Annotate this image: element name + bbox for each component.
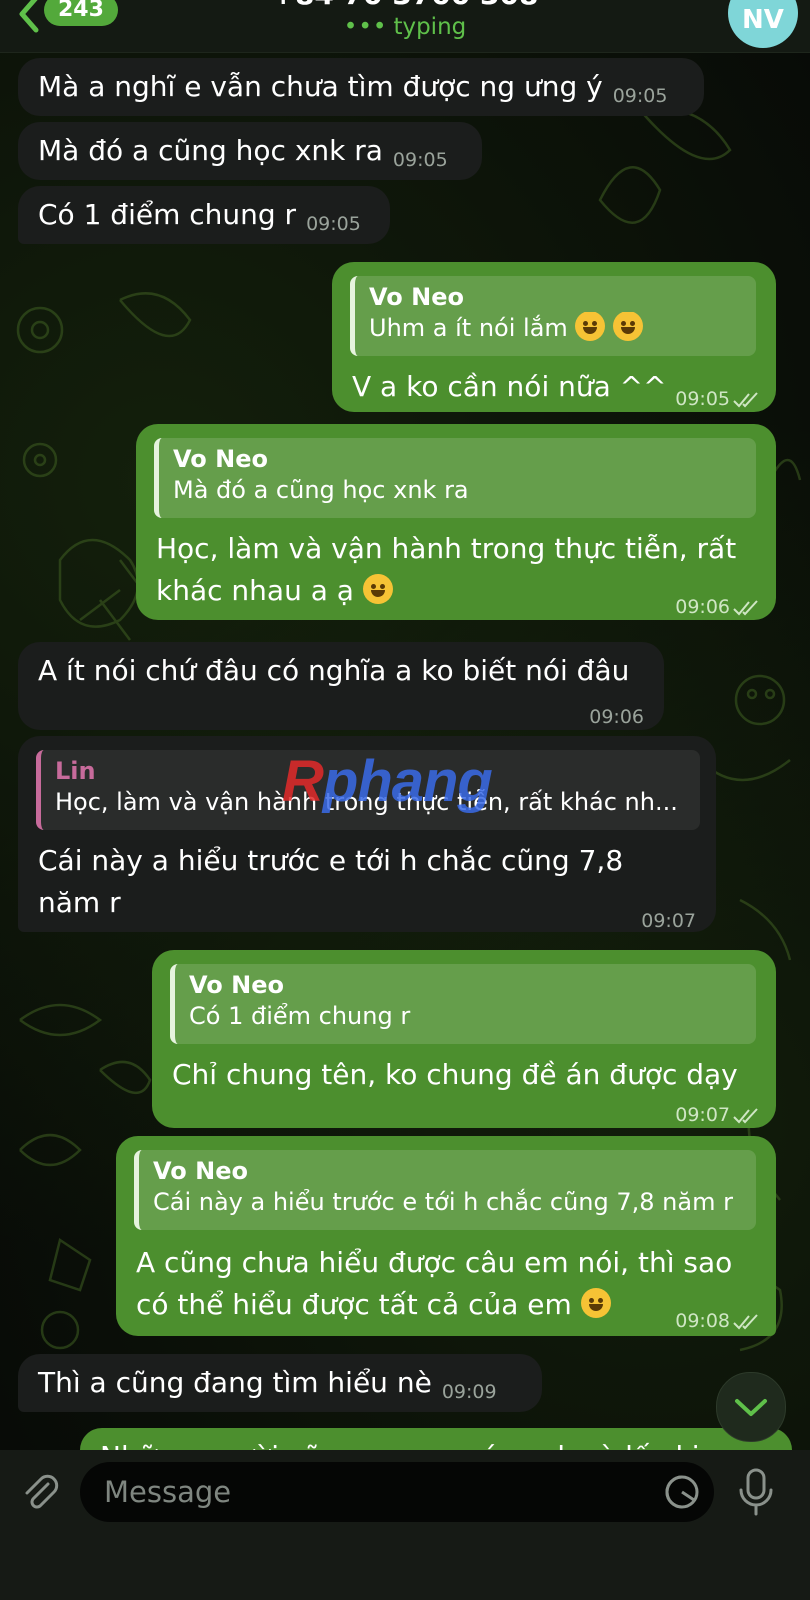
message-composer: Message (0, 1450, 810, 1600)
paperclip-icon[interactable] (18, 1470, 62, 1514)
microphone-icon[interactable] (736, 1466, 776, 1518)
message-time: 09:06 (589, 706, 644, 728)
sticker-icon[interactable] (664, 1474, 700, 1510)
message-text: Thì a cũng đang tìm hiểu nè (38, 1366, 432, 1399)
message-time: 09:05 (675, 388, 730, 410)
message-text-line: A cũng chưa hiểu được câu em nói, thì sa… (136, 1246, 733, 1279)
contact-title[interactable]: +84 70 3700 308 (0, 0, 810, 11)
quote-author: Vo Neo (189, 971, 284, 999)
quote-author: Vo Neo (173, 445, 268, 473)
typing-status: ••• typing (0, 14, 810, 40)
quote-text: Uhm a ít nói lắm (369, 312, 756, 344)
message-time: 09:05 (612, 85, 668, 107)
message-footer: 09:08 (675, 1300, 760, 1342)
quote-author: Vo Neo (153, 1157, 248, 1185)
message-bubble[interactable]: Vo Neo Cái này a hiểu trước e tới h chắc… (116, 1136, 776, 1336)
double-check-icon (733, 599, 758, 615)
message-footer: 09:06 (675, 586, 760, 628)
message-text-line: có thể hiểu được tất cả của em (136, 1284, 611, 1326)
laughing-tears-emoji-icon (613, 312, 644, 341)
quote-text: Cái này a hiểu trước e tới h chắc cũng 7… (153, 1188, 733, 1216)
message-bubble[interactable]: A ít nói chứ đâu có nghĩa a ko biết nói … (18, 642, 664, 730)
message-text-line: khác nhau a ạ (156, 570, 393, 612)
double-check-icon (733, 1313, 758, 1329)
reply-quote[interactable]: Vo Neo Mà đó a cũng học xnk ra (154, 438, 756, 518)
reply-quote[interactable]: Vo Neo Cái này a hiểu trước e tới h chắc… (134, 1150, 756, 1230)
quote-text: Có 1 điểm chung r (189, 1002, 411, 1030)
message-time: 09:09 (441, 1381, 497, 1403)
smiling-face-emoji-icon (362, 574, 393, 604)
message-time: 09:05 (306, 213, 361, 235)
typing-dots-icon: ••• (343, 14, 388, 40)
double-check-icon (733, 391, 758, 407)
message-time: 09:07 (641, 910, 696, 932)
message-bubble[interactable]: Vo Neo Mà đó a cũng học xnk ra Học, làm … (136, 424, 776, 620)
watermark-logo: Rphang (282, 749, 493, 814)
message-bubble[interactable]: Thì a cũng đang tìm hiểu nè 09:09 (18, 1354, 542, 1412)
message-text-line: năm r (38, 886, 121, 919)
message-time: 09:06 (675, 596, 730, 618)
message-text: Mà đó a cũng học xnk ra (38, 134, 383, 167)
message-time: 09:07 (675, 1104, 730, 1126)
double-check-icon (733, 1107, 758, 1123)
reply-quote[interactable]: Vo Neo Uhm a ít nói lắm (350, 276, 756, 356)
message-bubble[interactable]: Vo Neo Có 1 điểm chung r Chỉ chung tên, … (152, 950, 776, 1128)
typing-status-text: typing (393, 14, 467, 40)
laughing-tears-emoji-icon (575, 312, 606, 341)
message-bubble[interactable]: Mà đó a cũng học xnk ra 09:05 (18, 122, 482, 180)
message-bubble[interactable]: Có 1 điểm chung r 09:05 (18, 186, 390, 244)
reply-quote[interactable]: Vo Neo Có 1 điểm chung r (170, 964, 756, 1044)
message-text: Chỉ chung tên, ko chung đề án được dạy (172, 1058, 738, 1091)
message-text-line: Cái này a hiểu trước e tới h chắc cũng 7… (38, 844, 624, 877)
laughing-tears-emoji-icon (580, 1288, 611, 1318)
message-input-placeholder: Message (104, 1475, 232, 1509)
message-footer: 09:05 (675, 378, 760, 420)
message-text: V a ko cần nói nữa ^^ (352, 370, 667, 403)
message-input[interactable]: Message (80, 1462, 714, 1522)
message-text: A ít nói chứ đâu có nghĩa a ko biết nói … (38, 654, 630, 687)
scroll-to-bottom-button[interactable] (716, 1372, 786, 1442)
chat-header: 243 +84 70 3700 308 •••typing NV (0, 0, 810, 53)
chevron-down-icon (735, 1399, 767, 1416)
message-text: Mà a nghĩ e vẫn chưa tìm được ng ưng ý (38, 70, 603, 103)
message-bubble[interactable]: Mà a nghĩ e vẫn chưa tìm được ng ưng ý 09… (18, 58, 704, 116)
message-time: 09:08 (675, 1310, 730, 1332)
quote-text: Mà đó a cũng học xnk ra (173, 476, 469, 504)
message-text: Có 1 điểm chung r (38, 198, 297, 231)
message-time: 09:05 (392, 149, 448, 171)
quote-author: Vo Neo (369, 283, 464, 311)
avatar[interactable]: NV (728, 0, 798, 48)
message-text-line: Học, làm và vận hành trong thực tiễn, rấ… (156, 532, 737, 565)
message-footer: 09:07 (675, 1094, 760, 1136)
message-bubble[interactable]: Vo Neo Uhm a ít nói lắm V a ko cần nói n… (332, 262, 776, 412)
